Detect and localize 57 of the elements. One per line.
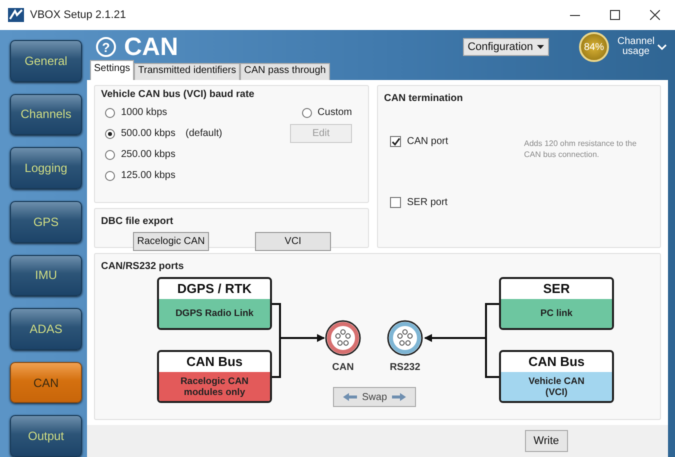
group-title: DBC file export: [101, 215, 174, 228]
window-title: VBOX Setup 2.1.21: [30, 9, 128, 21]
tab[interactable]: Transmitted identifiers: [134, 63, 240, 80]
group-title: CAN termination: [384, 92, 463, 105]
port-label: CAN: [331, 362, 355, 373]
sidebar-button[interactable]: General: [10, 40, 82, 82]
group-title: CAN/RS232 ports: [101, 260, 184, 273]
device-description: Vehicle CAN (VCI): [501, 372, 612, 401]
radio-button[interactable]: [105, 128, 115, 138]
radio-label[interactable]: 500.00 kbps: [121, 128, 176, 139]
app-icon: [8, 8, 24, 22]
device-title: SER: [542, 280, 571, 298]
sidebar-button[interactable]: ADAS: [10, 308, 82, 350]
checkbox[interactable]: [390, 197, 401, 208]
radio-button[interactable]: [302, 108, 312, 118]
checkbox-label[interactable]: SER port: [407, 197, 448, 208]
sidebar-button[interactable]: Channels: [10, 94, 82, 136]
maximize-icon[interactable]: [610, 10, 620, 20]
sidebar-button[interactable]: Logging: [10, 147, 82, 189]
radio-button[interactable]: [105, 150, 115, 160]
sidebar-button[interactable]: GPS: [10, 200, 82, 242]
device-title: DGPS / RTK: [176, 280, 253, 298]
device-description: Racelogic CAN modules only: [159, 372, 270, 401]
radio-button[interactable]: [105, 170, 115, 180]
device-title: CAN Bus: [185, 353, 244, 371]
device-description: PC link: [501, 299, 612, 328]
group-title: Vehicle CAN bus (VCI) baud rate: [101, 88, 256, 101]
radio-label[interactable]: 125.00 kbps: [121, 170, 176, 181]
checkbox-label[interactable]: CAN port: [407, 136, 448, 147]
help-icon[interactable]: ?: [96, 37, 116, 57]
sidebar-button[interactable]: Output: [10, 415, 82, 457]
radio-label[interactable]: 250.00 kbps: [121, 149, 176, 160]
arrow-left-icon: [342, 393, 357, 401]
termination-note: Adds 120 ohm resistance to the CAN bus connection.: [524, 138, 638, 161]
export-button[interactable]: VCI: [255, 232, 331, 251]
device-description: DGPS Radio Link: [159, 299, 270, 328]
configuration-dropdown[interactable]: Configuration: [462, 38, 549, 56]
export-button[interactable]: Racelogic CAN: [133, 232, 209, 251]
channel-usage-label[interactable]: Channel usage: [617, 37, 655, 57]
port-label: RS232: [388, 362, 422, 373]
chevron-down-icon[interactable]: [657, 44, 667, 50]
write-button[interactable]: Write: [524, 430, 568, 452]
arrow-right-icon: [392, 393, 406, 401]
radio-label[interactable]: Custom: [318, 107, 352, 118]
tab[interactable]: Settings: [90, 60, 134, 80]
sidebar-button[interactable]: IMU: [10, 254, 82, 296]
caret-icon: [537, 45, 544, 49]
swap-button[interactable]: Swap: [333, 387, 416, 407]
radio-label[interactable]: 1000 kbps: [121, 107, 168, 118]
radio-button[interactable]: [105, 108, 115, 118]
page-title: CAN: [124, 32, 180, 62]
device-title: CAN Bus: [527, 353, 586, 371]
tab[interactable]: CAN pass through: [240, 63, 330, 80]
close-icon[interactable]: [650, 10, 660, 20]
checkbox[interactable]: [390, 136, 401, 147]
default-note: (default): [186, 128, 222, 139]
sidebar-button[interactable]: CAN: [10, 362, 82, 404]
